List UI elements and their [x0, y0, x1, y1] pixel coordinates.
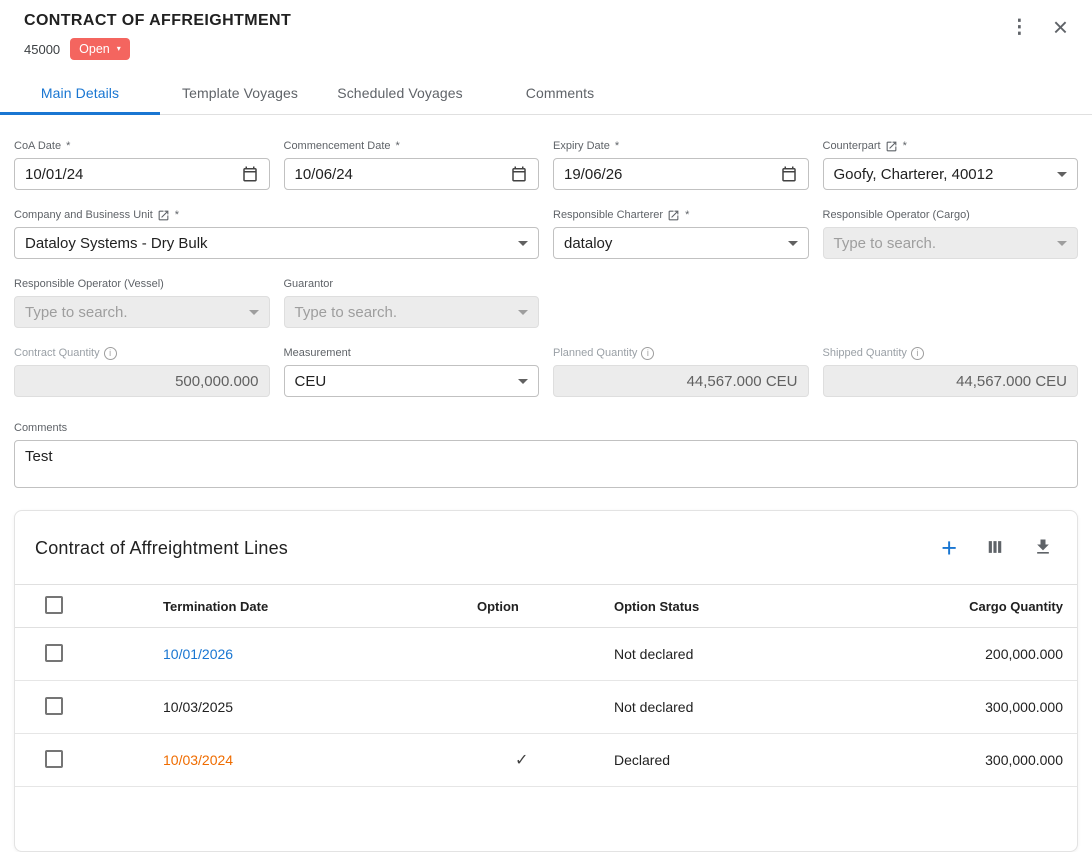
- chevron-down-icon: [518, 310, 528, 315]
- column-header-option-status[interactable]: Option Status: [614, 599, 914, 614]
- table-row[interactable]: 10/01/2026 Not declared 200,000.000: [15, 628, 1077, 681]
- responsible-operator-vessel-select: Type to search.: [14, 296, 270, 328]
- field-planned-quantity: Planned Quantity i 44,567.000 CEU: [553, 346, 809, 397]
- expiry-date-label: Expiry Date*: [553, 139, 809, 153]
- field-responsible-operator-vessel: Responsible Operator (Vessel) Type to se…: [14, 277, 270, 328]
- field-responsible-operator-cargo: Responsible Operator (Cargo) Type to sea…: [823, 208, 1079, 259]
- status-label: Open: [79, 42, 110, 56]
- table-row[interactable]: 10/03/2025 Not declared 300,000.000: [15, 681, 1077, 734]
- tab-scheduled-voyages[interactable]: Scheduled Voyages: [320, 72, 480, 114]
- table-header: Termination Date Option Option Status Ca…: [15, 584, 1077, 628]
- column-header-cargo-quantity[interactable]: Cargo Quantity: [914, 599, 1063, 614]
- columns-icon[interactable]: [983, 535, 1007, 561]
- responsible-operator-cargo-select: Type to search.: [823, 227, 1079, 259]
- termination-date-link[interactable]: 10/03/2024: [163, 752, 477, 768]
- table-row[interactable]: 10/03/2024 ✓ Declared 300,000.000: [15, 734, 1077, 787]
- option-status: Not declared: [614, 699, 914, 715]
- coa-lines-card: Contract of Affreightment Lines + Termin…: [14, 510, 1078, 852]
- responsible-charterer-label: Responsible Charterer *: [553, 208, 809, 222]
- row-checkbox[interactable]: [45, 644, 63, 662]
- field-coa-date: CoA Date* 10/01/24: [14, 139, 270, 190]
- row-checkbox[interactable]: [45, 750, 63, 768]
- lines-title: Contract of Affreightment Lines: [35, 538, 288, 559]
- kebab-menu-icon[interactable]: ⋮: [1008, 16, 1031, 39]
- option-status: Declared: [614, 752, 914, 768]
- add-line-button[interactable]: +: [939, 533, 959, 564]
- chevron-down-icon: [1057, 172, 1067, 177]
- option-status: Not declared: [614, 646, 914, 662]
- termination-date[interactable]: 10/03/2025: [163, 699, 477, 715]
- coa-number: 45000: [24, 42, 60, 57]
- field-commencement-date: Commencement Date* 10/06/24: [284, 139, 540, 190]
- company-business-unit-select[interactable]: Dataloy Systems - Dry Bulk: [14, 227, 539, 259]
- chevron-down-icon: [518, 379, 528, 384]
- field-expiry-date: Expiry Date* 19/06/26: [553, 139, 809, 190]
- responsible-operator-cargo-label: Responsible Operator (Cargo): [823, 208, 1079, 222]
- guarantor-select: Type to search.: [284, 296, 540, 328]
- guarantor-label: Guarantor: [284, 277, 540, 291]
- status-badge[interactable]: Open ▾: [70, 38, 130, 60]
- external-link-icon[interactable]: [157, 209, 170, 222]
- cargo-quantity: 300,000.000: [914, 752, 1063, 768]
- header: CONTRACT OF AFFREIGHTMENT 45000 Open ▾ ⋮…: [0, 0, 1092, 60]
- external-link-icon[interactable]: [885, 140, 898, 153]
- counterpart-select[interactable]: Goofy, Charterer, 40012: [823, 158, 1079, 190]
- external-link-icon[interactable]: [667, 209, 680, 222]
- tab-bar: Main Details Template Voyages Scheduled …: [0, 72, 1092, 115]
- planned-quantity-input: 44,567.000 CEU: [553, 365, 809, 397]
- cargo-quantity: 200,000.000: [914, 646, 1063, 662]
- close-icon[interactable]: ×: [1051, 12, 1070, 42]
- tab-main-details[interactable]: Main Details: [0, 72, 160, 114]
- main-details-form: CoA Date* 10/01/24 Commencement Date* 10…: [0, 115, 1092, 488]
- shipped-quantity-label: Shipped Quantity i: [823, 346, 1079, 360]
- tab-template-voyages[interactable]: Template Voyages: [160, 72, 320, 114]
- calendar-icon[interactable]: [780, 165, 798, 183]
- commencement-date-input[interactable]: 10/06/24: [284, 158, 540, 190]
- contract-quantity-input: 500,000.000: [14, 365, 270, 397]
- expiry-date-input[interactable]: 19/06/26: [553, 158, 809, 190]
- info-icon[interactable]: i: [641, 347, 654, 360]
- field-measurement: Measurement CEU: [284, 346, 540, 397]
- calendar-icon[interactable]: [510, 165, 528, 183]
- counterpart-label: Counterpart *: [823, 139, 1079, 153]
- comments-label: Comments: [14, 421, 1078, 435]
- page-title: CONTRACT OF AFFREIGHTMENT: [24, 12, 1068, 30]
- field-counterpart: Counterpart * Goofy, Charterer, 40012: [823, 139, 1079, 190]
- commencement-date-label: Commencement Date*: [284, 139, 540, 153]
- info-icon[interactable]: i: [104, 347, 117, 360]
- field-comments: Comments Test: [14, 421, 1078, 488]
- responsible-charterer-select[interactable]: dataloy: [553, 227, 809, 259]
- chevron-down-icon: [1057, 241, 1067, 246]
- field-company-business-unit: Company and Business Unit * Dataloy Syst…: [14, 208, 539, 259]
- chevron-down-icon: [518, 241, 528, 246]
- select-all-checkbox[interactable]: [45, 596, 63, 614]
- cargo-quantity: 300,000.000: [914, 699, 1063, 715]
- measurement-label: Measurement: [284, 346, 540, 360]
- chevron-down-icon: [249, 310, 259, 315]
- comments-textarea[interactable]: Test: [14, 440, 1078, 488]
- planned-quantity-label: Planned Quantity i: [553, 346, 809, 360]
- company-business-unit-label: Company and Business Unit *: [14, 208, 539, 222]
- shipped-quantity-input: 44,567.000 CEU: [823, 365, 1079, 397]
- coa-date-label: CoA Date*: [14, 139, 270, 153]
- field-responsible-charterer: Responsible Charterer * dataloy: [553, 208, 809, 259]
- calendar-icon[interactable]: [241, 165, 259, 183]
- column-header-option[interactable]: Option: [477, 599, 614, 614]
- info-icon[interactable]: i: [911, 347, 924, 360]
- caret-down-icon: ▾: [117, 45, 121, 53]
- measurement-select[interactable]: CEU: [284, 365, 540, 397]
- field-contract-quantity: Contract Quantity i 500,000.000: [14, 346, 270, 397]
- row-checkbox[interactable]: [45, 697, 63, 715]
- tab-comments[interactable]: Comments: [480, 72, 640, 114]
- field-guarantor: Guarantor Type to search.: [284, 277, 540, 328]
- contract-quantity-label: Contract Quantity i: [14, 346, 270, 360]
- termination-date-link[interactable]: 10/01/2026: [163, 646, 477, 662]
- download-icon[interactable]: [1031, 535, 1055, 561]
- chevron-down-icon: [788, 241, 798, 246]
- coa-date-input[interactable]: 10/01/24: [14, 158, 270, 190]
- option-check-icon: ✓: [477, 750, 614, 770]
- column-header-termination-date[interactable]: Termination Date: [163, 599, 477, 614]
- field-shipped-quantity: Shipped Quantity i 44,567.000 CEU: [823, 346, 1079, 397]
- responsible-operator-vessel-label: Responsible Operator (Vessel): [14, 277, 270, 291]
